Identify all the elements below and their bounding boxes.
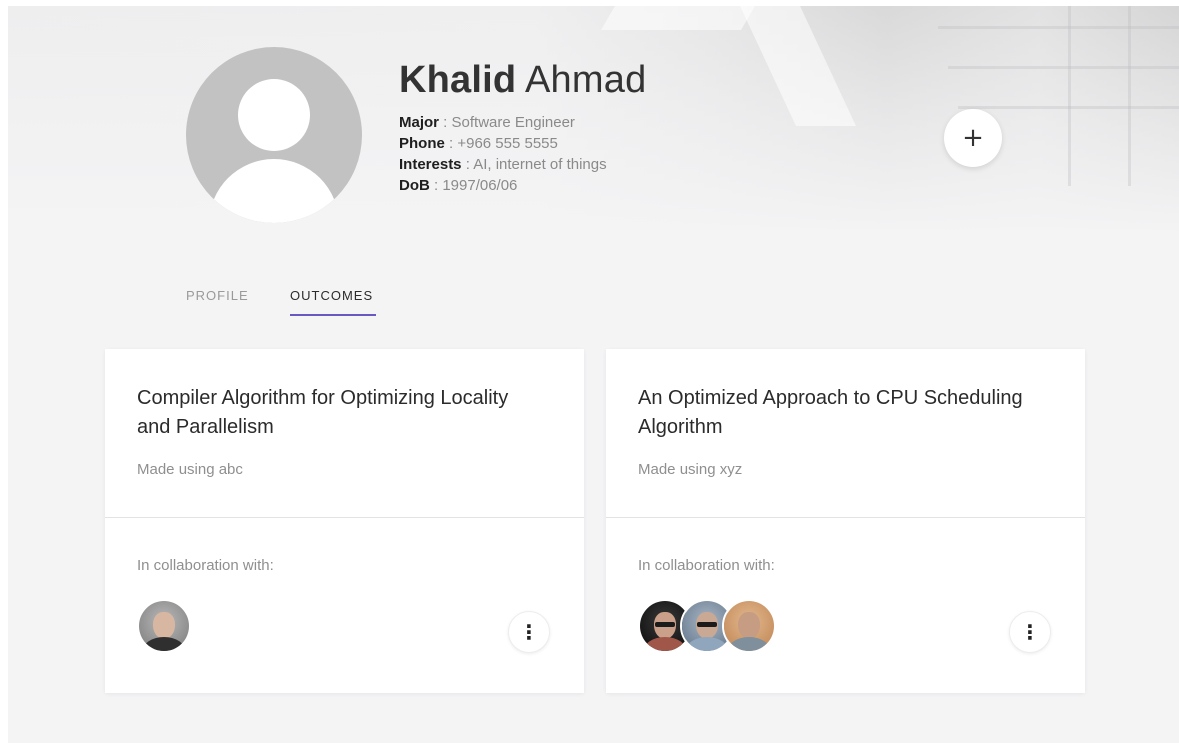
info-value: : +966 555 5555	[444, 135, 558, 152]
info-label: Major	[399, 114, 440, 131]
tab-outcomes[interactable]: OUTCOMES	[290, 288, 373, 313]
sunglasses-shape	[655, 622, 675, 627]
info-value: : AI, internet of things	[461, 156, 607, 173]
profile-info: Major : Software Engineer Phone : +966 5…	[399, 112, 607, 196]
first-name: Khalid	[399, 59, 517, 101]
collaborator-avatar[interactable]	[722, 599, 776, 653]
info-row-dob: DoB : 1997/06/06	[399, 175, 607, 196]
more-vertical-icon: ⋮	[1020, 620, 1040, 644]
outcome-card: Compiler Algorithm for Optimizing Locali…	[105, 349, 584, 693]
avatar-head-shape	[238, 79, 310, 151]
info-label: Interests	[399, 156, 462, 173]
outcome-card: An Optimized Approach to CPU Scheduling …	[606, 349, 1085, 693]
info-row-phone: Phone : +966 555 5555	[399, 133, 607, 154]
sunglasses-shape	[697, 622, 717, 627]
plus-icon: +	[962, 123, 984, 153]
info-label: Phone	[399, 135, 445, 152]
profile-avatar	[186, 47, 362, 223]
info-row-major: Major : Software Engineer	[399, 112, 607, 133]
last-name: Ahmad	[525, 59, 647, 101]
profile-name: Khalid Ahmad	[399, 59, 646, 102]
info-label: DoB	[399, 177, 430, 194]
tab-profile[interactable]: PROFILE	[186, 288, 249, 313]
outcome-made-using: Made using xyz	[638, 461, 743, 478]
add-button[interactable]: +	[944, 109, 1002, 167]
outcome-made-using: Made using abc	[137, 461, 243, 478]
collaboration-label: In collaboration with:	[638, 557, 775, 574]
card-divider	[105, 517, 584, 518]
active-tab-indicator	[290, 314, 376, 316]
outcome-title: An Optimized Approach to CPU Scheduling …	[638, 387, 1023, 438]
avatar-body-shape	[209, 159, 339, 223]
collaboration-label: In collaboration with:	[137, 557, 274, 574]
outcome-title: Compiler Algorithm for Optimizing Locali…	[137, 387, 509, 438]
info-row-interests: Interests : AI, internet of things	[399, 154, 607, 175]
profile-page: Khalid Ahmad Major : Software Engineer P…	[8, 6, 1179, 743]
info-value: : 1997/06/06	[429, 177, 518, 194]
info-value: : Software Engineer	[439, 114, 575, 131]
collaborator-avatar[interactable]	[137, 599, 191, 653]
card-divider	[606, 517, 1085, 518]
more-options-button[interactable]: ⋮	[1009, 611, 1051, 653]
more-options-button[interactable]: ⋮	[508, 611, 550, 653]
more-vertical-icon: ⋮	[519, 620, 539, 644]
